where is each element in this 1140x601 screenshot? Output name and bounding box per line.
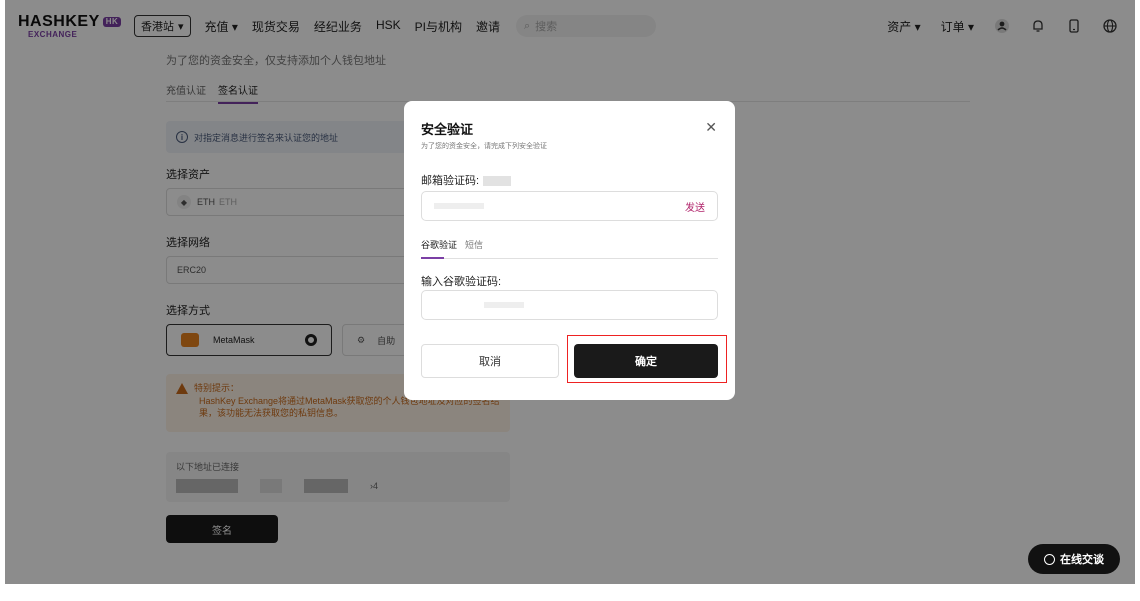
confirm-highlight-box bbox=[567, 335, 727, 383]
live-chat-button[interactable]: 在线交谈 bbox=[1028, 544, 1120, 574]
tab-google[interactable]: 谷歌验证 bbox=[421, 238, 457, 251]
redacted-email bbox=[483, 176, 512, 187]
modal-subtitle: 为了您的资金安全，请完成下列安全验证 bbox=[421, 143, 547, 150]
chat-label: 在线交谈 bbox=[1060, 554, 1104, 566]
app-root: HASHKEY HK EXCHANGE 香港站 ▾ 充值 ▾ 现货交易 经纪业务 HSK… bbox=[0, 0, 1140, 601]
google-code-label: 输入谷歌验证码: bbox=[421, 276, 502, 288]
close-icon[interactable]: ✕ bbox=[705, 119, 717, 136]
cancel-button[interactable]: 取消 bbox=[421, 344, 559, 378]
send-code-button[interactable]: 发送 bbox=[685, 199, 705, 214]
modal-tab-indicator bbox=[421, 257, 444, 259]
tab-sms[interactable]: 短信 bbox=[465, 238, 483, 251]
email-code-input[interactable]: 发送 bbox=[421, 191, 718, 221]
modal-tabs: 谷歌验证 短信 bbox=[421, 238, 483, 251]
email-label: 邮箱验证码: bbox=[421, 172, 512, 188]
google-code-input[interactable] bbox=[421, 290, 718, 320]
modal-tab-divider bbox=[421, 258, 718, 259]
modal-title: 安全验证 bbox=[421, 122, 474, 137]
chat-bubble-icon bbox=[1044, 553, 1055, 565]
